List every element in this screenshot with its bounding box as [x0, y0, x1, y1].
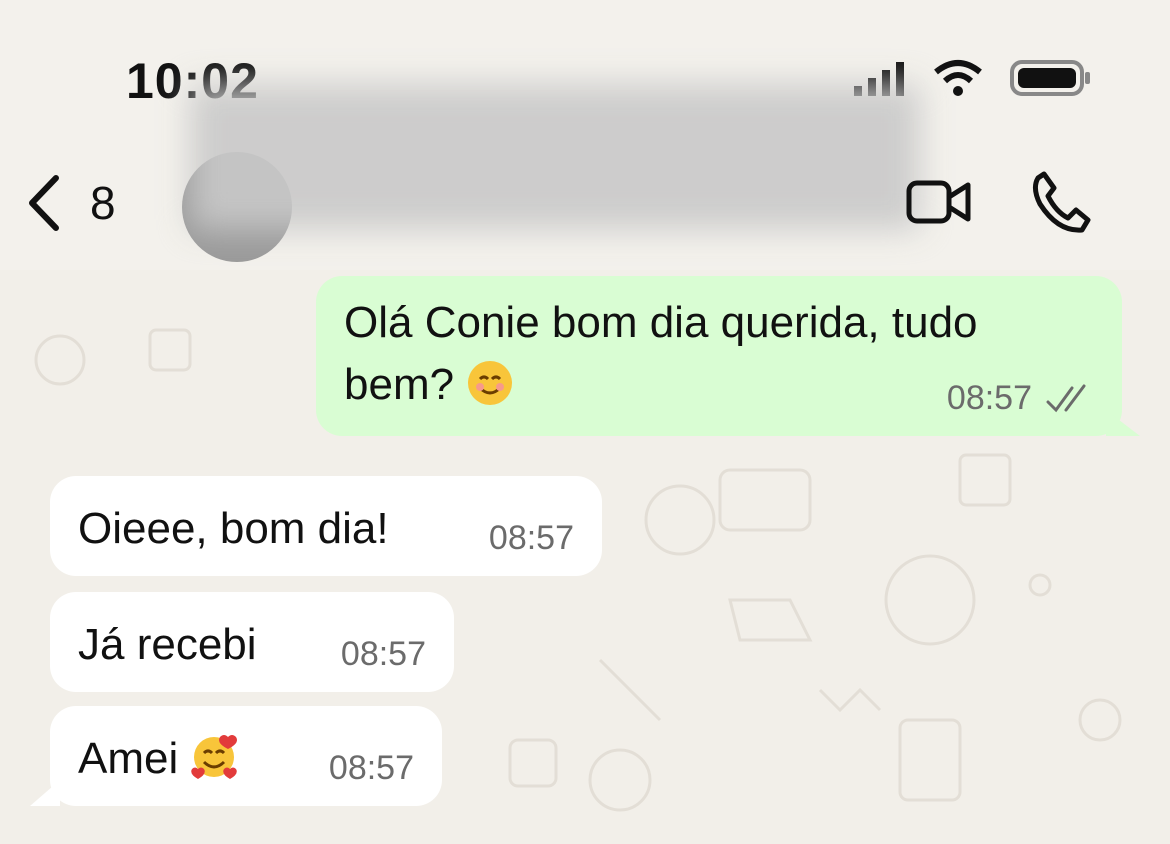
chevron-left-icon [29, 175, 59, 231]
message-time: 08:57 [488, 519, 574, 557]
message-bubble-outgoing[interactable]: Olá Conie bom dia querida, tudo bem? 08:… [316, 276, 1122, 436]
message-bubble-incoming[interactable]: Oieee, bom dia! 08:57 [50, 476, 602, 576]
unread-count: 8 [90, 177, 116, 229]
message-time: 08:57 [946, 379, 1032, 417]
message-bubble-incoming[interactable]: Amei 08:57 [50, 706, 442, 806]
battery-icon [1010, 60, 1090, 96]
back-button[interactable]: 8 [26, 174, 116, 232]
message-bubble-incoming[interactable]: Já recebi 08:57 [50, 592, 454, 692]
smiling-face-icon [468, 361, 513, 405]
header-actions [906, 170, 1092, 234]
message-time: 08:57 [340, 635, 426, 673]
phone-call-icon[interactable] [1030, 170, 1092, 234]
blurred-contact-name [190, 84, 920, 230]
smiling-face-with-hearts-icon [191, 735, 238, 779]
video-call-icon[interactable] [906, 175, 972, 229]
wifi-icon [934, 60, 982, 96]
message-time: 08:57 [328, 749, 414, 787]
double-check-icon [1046, 384, 1086, 412]
chat-screen: 10:02 8 Olá Conie bom dia querida, tudo … [0, 0, 1170, 844]
message-meta: 08:57 [947, 379, 1094, 418]
